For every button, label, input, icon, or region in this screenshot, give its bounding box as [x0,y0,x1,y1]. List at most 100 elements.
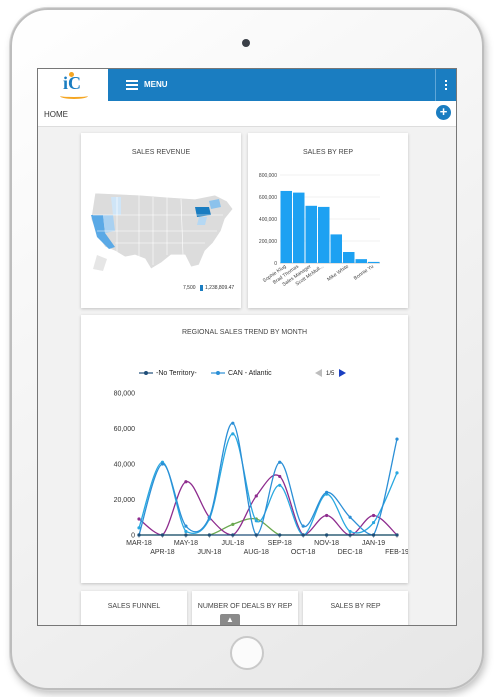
x-tick-label: OCT-18 [291,549,316,556]
data-point [254,519,258,523]
x-tick-label: JUL-18 [222,540,245,547]
series-line [138,433,398,536]
data-point [231,421,235,425]
scroll-up-icon[interactable]: ▲ [220,614,240,625]
card-title: SALES FUNNEL [107,603,161,610]
legend-marker [216,371,220,375]
sales-funnel-card[interactable]: SALES FUNNEL [81,591,187,625]
x-tick-label: FEB-19 [385,549,408,556]
x-tick-label: MAR-18 [126,540,152,547]
bar [293,192,305,263]
data-point [231,522,235,526]
bar [343,252,355,263]
breadcrumb[interactable]: HOME [44,110,68,119]
data-point [254,533,258,537]
data-point [184,533,188,537]
y-tick-label: 0 [274,261,277,267]
logo-swoosh-icon [60,93,88,99]
x-tick-label: JAN-19 [362,540,385,547]
bar [280,190,292,263]
y-tick-label: 600,000 [259,195,277,201]
app-screen: iC MENU HOME + SALES REVENUE 7,500 1,238… [37,68,457,626]
sales-by-rep-card-2[interactable]: SALES BY REP [303,591,408,625]
hamburger-icon[interactable] [126,80,138,90]
legend-prev-icon [315,369,322,377]
bar [368,261,380,263]
data-point [160,462,165,466]
y-tick-label: 400,000 [259,217,277,223]
y-tick-label: 60,000 [114,426,136,433]
legend-next-icon [339,369,346,377]
us-map[interactable] [87,185,237,280]
y-tick-label: 40,000 [114,462,136,469]
bar [355,259,367,263]
data-point [137,533,141,537]
data-point [371,513,376,518]
card-title: NUMBER OF DEALS BY REP [197,603,293,610]
data-point [278,474,282,479]
y-tick-label: 800,000 [259,173,277,179]
map-legend-max: 1,238,809.47 [205,285,235,291]
regional-trend-chart[interactable]: 0 20,000 40,000 60,000 80,000 MAR-18 APR-18 MAY… [81,377,408,577]
breadcrumb-bar: HOME + [38,101,456,127]
data-point [325,533,329,537]
home-button[interactable] [230,636,264,670]
x-tick-label: APR-18 [150,549,175,556]
data-point [207,533,211,537]
map-legend-bar [200,285,203,291]
data-point [184,529,188,534]
camera-icon [242,39,250,47]
data-point [348,533,352,537]
more-options-icon[interactable] [435,69,456,101]
data-point [371,520,376,525]
legend-label: -No Territory- [156,370,197,377]
data-point [278,533,282,537]
legend-marker [144,371,148,375]
menu-button[interactable]: MENU [144,80,168,89]
deals-by-rep-card[interactable]: NUMBER OF DEALS BY REP [192,591,298,625]
x-tick-label: NOV-18 [314,540,339,547]
logo[interactable]: iC [38,69,108,101]
map-legend-min: 7,500 [183,285,196,291]
data-point [301,533,305,537]
legend-label: CAN - Atlantic [228,370,272,377]
plus-icon[interactable]: + [436,105,451,120]
sales-by-rep-chart[interactable]: 0200,000400,000600,000800,000Sophie Klug… [248,163,408,303]
card-title: REGIONAL SALES TREND BY MONTH [181,329,308,336]
x-tick-label: JUN-18 [197,549,221,556]
data-point [395,437,399,441]
data-point [325,490,329,494]
x-tick-label: DEC-18 [338,549,363,556]
data-point [395,471,399,475]
data-point [348,529,352,534]
data-point [395,533,399,537]
regional-trend-card: REGIONAL SALES TREND BY MONTH -No Territ… [81,315,408,583]
data-point [160,533,165,537]
x-tick-label: MAY-18 [174,540,198,547]
x-tick-label: Bonnie Yu [353,264,375,282]
bar [305,205,317,263]
data-point [254,494,258,498]
data-point [184,524,188,528]
data-point [231,432,235,436]
x-tick-label: SEP-18 [268,540,292,547]
data-point [301,524,305,528]
data-point [207,515,211,519]
data-point [348,515,352,519]
data-point [278,460,282,464]
y-tick-label: 200,000 [259,239,277,245]
series-line [138,422,398,536]
data-point [231,533,235,537]
data-point [325,513,329,518]
x-tick-label: AUG-18 [244,549,269,556]
data-point [278,483,282,487]
bar [318,206,330,263]
y-tick-label: 80,000 [114,391,136,398]
logo-text: iC [63,73,81,93]
data-point [137,517,141,521]
data-point [371,533,376,537]
y-tick-label: 0 [131,533,135,540]
sales-by-rep-card: SALES BY REP 0 200,000 400,000 600,000 800,0… [248,133,408,308]
sales-revenue-card: SALES REVENUE 7,500 1,238,809.47 [81,133,241,308]
card-title: SALES BY REP [302,149,354,156]
